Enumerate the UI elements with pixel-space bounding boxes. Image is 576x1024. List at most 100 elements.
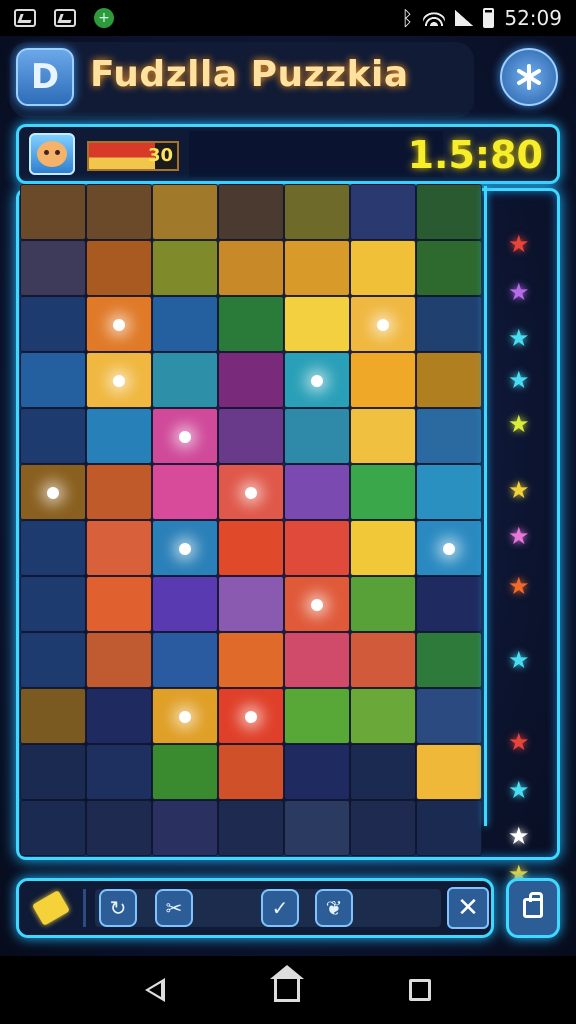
puzzle-piece[interactable] — [416, 408, 482, 464]
puzzle-piece[interactable] — [350, 688, 416, 744]
puzzle-piece[interactable] — [152, 240, 218, 296]
back-icon[interactable] — [144, 978, 165, 1002]
inventory-button[interactable] — [506, 878, 560, 938]
puzzle-piece[interactable] — [152, 184, 218, 240]
puzzle-piece[interactable] — [416, 296, 482, 352]
puzzle-piece[interactable] — [284, 688, 350, 744]
puzzle-piece[interactable] — [350, 352, 416, 408]
puzzle-piece[interactable] — [284, 184, 350, 240]
puzzle-piece[interactable] — [284, 352, 350, 408]
puzzle-board[interactable] — [20, 184, 482, 856]
puzzle-piece[interactable] — [284, 800, 350, 856]
puzzle-piece[interactable] — [218, 520, 284, 576]
scissors-button[interactable]: ✂ — [155, 889, 193, 927]
puzzle-piece[interactable] — [284, 240, 350, 296]
puzzle-piece[interactable] — [20, 520, 86, 576]
puzzle-piece[interactable] — [20, 240, 86, 296]
puzzle-piece[interactable] — [416, 184, 482, 240]
puzzle-piece[interactable] — [218, 408, 284, 464]
puzzle-piece[interactable] — [284, 576, 350, 632]
puzzle-piece[interactable] — [284, 408, 350, 464]
puzzle-piece[interactable] — [86, 800, 152, 856]
puzzle-piece[interactable] — [86, 632, 152, 688]
puzzle-piece[interactable] — [20, 688, 86, 744]
puzzle-piece[interactable] — [350, 520, 416, 576]
puzzle-piece[interactable] — [20, 464, 86, 520]
puzzle-piece[interactable] — [350, 744, 416, 800]
puzzle-piece[interactable] — [20, 744, 86, 800]
star-icon: ★ — [508, 410, 530, 438]
puzzle-piece[interactable] — [416, 632, 482, 688]
puzzle-piece[interactable] — [218, 800, 284, 856]
puzzle-piece[interactable] — [20, 576, 86, 632]
puzzle-piece[interactable] — [350, 296, 416, 352]
puzzle-piece[interactable] — [152, 520, 218, 576]
puzzle-piece[interactable] — [20, 352, 86, 408]
puzzle-piece[interactable] — [152, 688, 218, 744]
puzzle-piece[interactable] — [416, 688, 482, 744]
puzzle-piece[interactable] — [416, 800, 482, 856]
recent-apps-icon[interactable] — [409, 979, 432, 1001]
puzzle-piece[interactable] — [350, 464, 416, 520]
puzzle-piece[interactable] — [218, 184, 284, 240]
puzzle-piece[interactable] — [152, 800, 218, 856]
puzzle-piece[interactable] — [284, 520, 350, 576]
puzzle-piece[interactable] — [218, 240, 284, 296]
puzzle-piece[interactable] — [86, 184, 152, 240]
refresh-button[interactable]: ↻ — [99, 889, 137, 927]
puzzle-piece[interactable] — [86, 464, 152, 520]
puzzle-piece[interactable] — [20, 296, 86, 352]
puzzle-piece[interactable] — [218, 576, 284, 632]
puzzle-piece[interactable] — [350, 240, 416, 296]
puzzle-piece[interactable] — [152, 408, 218, 464]
puzzle-piece[interactable] — [20, 800, 86, 856]
puzzle-piece[interactable] — [20, 184, 86, 240]
puzzle-piece[interactable] — [86, 744, 152, 800]
close-button[interactable]: ✕ — [447, 887, 489, 929]
star-icon: ★ — [508, 476, 530, 504]
puzzle-piece[interactable] — [350, 408, 416, 464]
puzzle-piece[interactable] — [218, 744, 284, 800]
puzzle-piece[interactable] — [416, 240, 482, 296]
hint-button[interactable] — [27, 887, 75, 929]
puzzle-piece[interactable] — [350, 576, 416, 632]
puzzle-piece[interactable] — [152, 464, 218, 520]
player-avatar[interactable] — [29, 133, 75, 175]
puzzle-piece[interactable] — [218, 352, 284, 408]
puzzle-piece[interactable] — [152, 296, 218, 352]
puzzle-piece[interactable] — [152, 352, 218, 408]
settings-button[interactable] — [500, 48, 558, 106]
check-button[interactable]: ✓ — [261, 889, 299, 927]
puzzle-piece[interactable] — [416, 744, 482, 800]
puzzle-piece[interactable] — [86, 688, 152, 744]
puzzle-piece[interactable] — [284, 464, 350, 520]
puzzle-piece[interactable] — [350, 800, 416, 856]
puzzle-piece[interactable] — [218, 632, 284, 688]
puzzle-piece[interactable] — [284, 632, 350, 688]
puzzle-piece[interactable] — [86, 240, 152, 296]
puzzle-piece[interactable] — [218, 296, 284, 352]
puzzle-piece[interactable] — [218, 464, 284, 520]
puzzle-piece[interactable] — [86, 408, 152, 464]
puzzle-piece[interactable] — [284, 296, 350, 352]
puzzle-piece[interactable] — [218, 688, 284, 744]
puzzle-piece[interactable] — [350, 632, 416, 688]
puzzle-piece[interactable] — [86, 296, 152, 352]
puzzle-piece[interactable] — [152, 632, 218, 688]
puzzle-piece[interactable] — [284, 744, 350, 800]
puzzle-piece[interactable] — [416, 520, 482, 576]
puzzle-piece[interactable] — [152, 576, 218, 632]
puzzle-piece[interactable] — [416, 352, 482, 408]
puzzle-piece[interactable] — [20, 408, 86, 464]
puzzle-piece[interactable] — [350, 184, 416, 240]
puzzle-piece[interactable] — [86, 520, 152, 576]
puzzle-piece[interactable] — [86, 576, 152, 632]
home-icon[interactable] — [269, 965, 304, 1002]
leaf-button[interactable]: ❦ — [315, 889, 353, 927]
puzzle-piece[interactable] — [416, 464, 482, 520]
puzzle-piece[interactable] — [20, 632, 86, 688]
puzzle-piece[interactable] — [86, 352, 152, 408]
puzzle-piece[interactable] — [416, 576, 482, 632]
logo-button[interactable]: D — [16, 48, 74, 106]
puzzle-piece[interactable] — [152, 744, 218, 800]
